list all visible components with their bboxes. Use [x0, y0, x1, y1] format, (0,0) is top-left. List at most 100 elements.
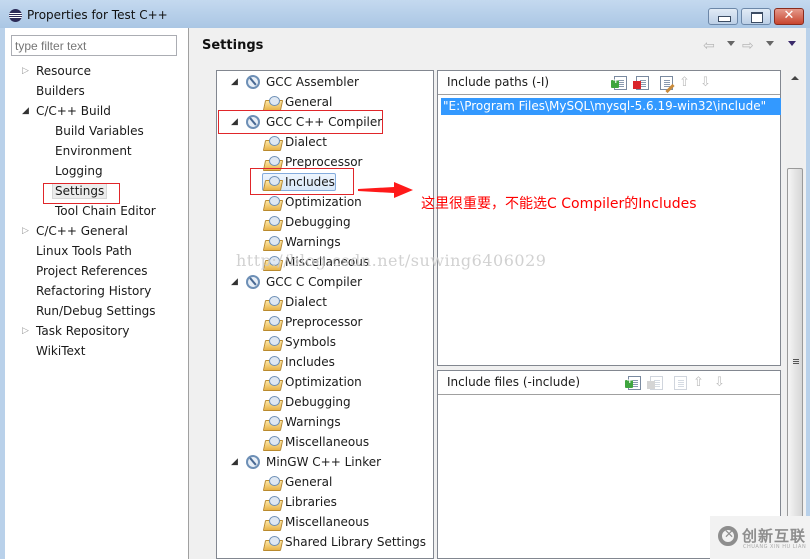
- tool-tree-item[interactable]: Debugging: [217, 213, 351, 231]
- delete-path-icon[interactable]: [633, 76, 649, 90]
- include-paths-header: Include paths (-I) ⇧ ⇩: [438, 71, 780, 95]
- back-icon[interactable]: ⇦: [703, 38, 715, 54]
- add-file-icon[interactable]: [625, 376, 641, 390]
- collapsed-twisty-icon[interactable]: ▷: [22, 62, 29, 80]
- scroll-up-icon[interactable]: [791, 76, 799, 80]
- nav-item[interactable]: ▷ Resource: [22, 62, 92, 80]
- tool-icon: [246, 455, 260, 469]
- tool-tree-item[interactable]: Optimization: [217, 193, 362, 211]
- nav-item[interactable]: ◢ C/C++ Build: [22, 102, 111, 120]
- nav-item[interactable]: Environment: [55, 142, 132, 160]
- tool-tree-item[interactable]: Miscellaneous: [217, 433, 369, 451]
- nav-item[interactable]: Builders: [36, 82, 85, 100]
- tool-tree-label: Libraries: [285, 495, 337, 509]
- logo-icon: [718, 526, 738, 546]
- nav-item[interactable]: Run/Debug Settings: [36, 302, 156, 320]
- tool-tree-label: Miscellaneous: [285, 435, 370, 449]
- tool-tree-item[interactable]: Preprocessor: [217, 313, 362, 331]
- annotation-text: 这里很重要，不能选C Compiler的Includes: [421, 196, 697, 212]
- edit-file-icon[interactable]: [674, 376, 687, 390]
- nav-item[interactable]: WikiText: [36, 342, 86, 360]
- tool-tree-label: Includes: [285, 355, 335, 369]
- property-page-tree: ▷ Resource Builders ◢ C/C++ Build Build Varia…: [5, 28, 189, 559]
- tool-tree-item[interactable]: Miscellaneous: [217, 513, 369, 531]
- tool-tree-category[interactable]: ◢ GCC Assembler: [217, 73, 359, 91]
- tool-tree-item[interactable]: Shared Library Settings: [217, 533, 426, 551]
- option-category-icon: [264, 136, 281, 149]
- tool-tree-item[interactable]: Includes: [217, 173, 336, 191]
- collapsed-twisty-icon[interactable]: ▷: [22, 222, 29, 240]
- move-up-icon[interactable]: ⇧: [693, 375, 704, 390]
- tool-tree-item[interactable]: Symbols: [217, 333, 336, 351]
- tool-tree-category[interactable]: ◢ GCC C Compiler: [217, 273, 362, 291]
- move-down-icon[interactable]: ⇩: [700, 75, 711, 90]
- tool-tree-item[interactable]: Dialect: [217, 133, 327, 151]
- tool-tree-label: Preprocessor: [285, 315, 363, 329]
- tool-tree-item[interactable]: Warnings: [217, 413, 341, 431]
- include-path-item[interactable]: "E:\Program Files\MySQL\mysql-5.6.19-win…: [441, 98, 781, 115]
- annotation-arrow-icon: [358, 182, 413, 198]
- vertical-scrollbar[interactable]: [786, 70, 804, 559]
- nav-item-label: Resource: [36, 64, 92, 78]
- tool-tree-category[interactable]: ◢ MinGW C++ Linker: [217, 453, 381, 471]
- tool-tree-item[interactable]: General: [217, 473, 332, 491]
- expanded-twisty-icon[interactable]: ◢: [231, 273, 238, 291]
- nav-item[interactable]: Refactoring History: [36, 282, 151, 300]
- tool-tree-item[interactable]: Dialect: [217, 293, 327, 311]
- scrollbar-thumb[interactable]: [787, 168, 803, 559]
- add-path-icon[interactable]: [611, 76, 627, 90]
- tool-tree-item[interactable]: Includes: [217, 353, 335, 371]
- nav-item-label: Refactoring History: [36, 284, 152, 298]
- nav-item-label: Task Repository: [36, 324, 130, 338]
- tool-tree-item[interactable]: Debugging: [217, 393, 351, 411]
- tool-tree-label: Warnings: [285, 235, 341, 249]
- tool-tree-label: General: [285, 475, 333, 489]
- option-category-icon: [264, 96, 281, 109]
- option-category-icon: [264, 496, 281, 509]
- tool-tree-label: Optimization: [285, 195, 362, 209]
- expanded-twisty-icon[interactable]: ◢: [231, 453, 238, 471]
- tool-tree-item[interactable]: General: [217, 93, 332, 111]
- annotation-box-settings: [43, 183, 120, 204]
- option-category-icon: [264, 376, 281, 389]
- nav-item[interactable]: ▷ C/C++ General: [22, 222, 128, 240]
- logo-subtext: CHUANG XIN HU LIAN: [743, 544, 807, 550]
- nav-item-label: Build Variables: [55, 124, 144, 138]
- nav-item-label: Linux Tools Path: [36, 244, 132, 258]
- maximize-button[interactable]: [741, 8, 771, 25]
- option-category-icon: [264, 356, 281, 369]
- forward-menu-chevron-icon[interactable]: [766, 41, 774, 46]
- move-up-icon[interactable]: ⇧: [679, 75, 690, 90]
- back-menu-chevron-icon[interactable]: [727, 41, 735, 46]
- move-down-icon[interactable]: ⇩: [714, 375, 725, 390]
- option-category-icon: [264, 196, 281, 209]
- tool-tree-item[interactable]: Optimization: [217, 373, 362, 391]
- nav-item[interactable]: Tool Chain Editor: [55, 202, 156, 220]
- nav-item[interactable]: Project References: [36, 262, 148, 280]
- tool-tree-label: Includes: [285, 175, 335, 189]
- tool-tree-item[interactable]: Warnings: [217, 233, 341, 251]
- filter-input[interactable]: [11, 35, 177, 56]
- tool-tree-item[interactable]: Libraries: [217, 493, 337, 511]
- expanded-twisty-icon[interactable]: ◢: [231, 73, 238, 91]
- option-category-icon: [264, 296, 281, 309]
- view-menu-chevron-icon[interactable]: [788, 41, 796, 46]
- close-button[interactable]: ✕: [774, 8, 804, 25]
- nav-item[interactable]: Build Variables: [55, 122, 144, 140]
- include-paths-title: Include paths (-I): [447, 75, 550, 89]
- minimize-button[interactable]: [708, 8, 738, 25]
- expanded-twisty-icon[interactable]: ◢: [22, 102, 29, 120]
- forward-icon[interactable]: ⇨: [742, 38, 754, 54]
- annotation-box-cpp-compiler: [218, 110, 383, 134]
- tool-tree-label: Miscellaneous: [285, 515, 370, 529]
- nav-item[interactable]: ▷ Task Repository: [22, 322, 130, 340]
- tool-tree-label: MinGW C++ Linker: [266, 455, 382, 469]
- collapsed-twisty-icon[interactable]: ▷: [22, 322, 29, 340]
- edit-path-icon[interactable]: [660, 76, 675, 94]
- option-category-icon: [264, 176, 281, 189]
- tool-tree-label: Dialect: [285, 135, 327, 149]
- tool-tree-label: Optimization: [285, 375, 362, 389]
- delete-file-icon[interactable]: [647, 376, 663, 390]
- nav-item[interactable]: Logging: [55, 162, 103, 180]
- nav-item[interactable]: Linux Tools Path: [36, 242, 132, 260]
